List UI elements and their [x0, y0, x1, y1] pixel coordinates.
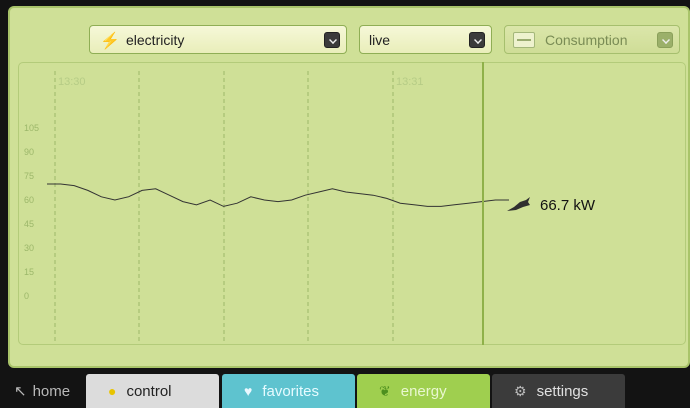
mode-select-value: live: [369, 32, 391, 48]
current-reading-value: 66.7 kW: [540, 196, 596, 214]
tab-favorites[interactable]: ♥ favorites: [222, 374, 355, 408]
chevron-down-icon[interactable]: [324, 32, 340, 48]
tab-settings-label: settings: [536, 382, 589, 400]
y-tick-label: 45: [24, 219, 34, 229]
bulb-icon: ●: [108, 383, 117, 399]
y-tick-label: 15: [24, 267, 34, 277]
type-select[interactable]: ⚡ electricity: [89, 25, 347, 54]
y-tick-label: 60: [24, 195, 34, 205]
tab-energy-label: energy: [400, 382, 447, 400]
gears-icon: ⚙: [514, 382, 527, 399]
tab-favorites-label: favorites: [262, 382, 320, 400]
meter-panel-icon: [513, 32, 535, 48]
x-tick-label: 13:31: [396, 76, 424, 88]
y-tick-label: 30: [24, 243, 34, 253]
y-tick-label: 75: [24, 171, 34, 181]
y-tick-label: 90: [24, 147, 34, 157]
tab-energy[interactable]: ❦ energy: [357, 374, 490, 408]
chevron-down-icon[interactable]: [657, 32, 673, 48]
y-tick-label: 0: [24, 291, 29, 301]
mode-select[interactable]: live: [359, 25, 492, 54]
view-select[interactable]: Consumption: [504, 25, 680, 54]
leaf-icon: ❦: [379, 382, 391, 399]
heart-icon: ♥: [244, 383, 253, 399]
lightning-bolt-icon: ⚡: [100, 33, 120, 50]
chevron-down-icon[interactable]: [469, 32, 485, 48]
back-arrow-icon: ↖: [14, 383, 27, 400]
series-line: [47, 183, 509, 207]
tab-home-label: home: [32, 382, 71, 400]
tab-control[interactable]: ● control: [86, 374, 219, 408]
bottom-tab-bar: ↖ home ● control ♥ favorites ❦ energy ⚙ …: [0, 374, 690, 408]
type-select-value: electricity: [126, 32, 185, 48]
y-tick-label: 105: [24, 123, 39, 133]
current-reading: 66.7 kW: [506, 196, 595, 214]
tab-control-label: control: [126, 382, 172, 400]
x-tick-label: 13:30: [58, 76, 86, 88]
chart-divider: [482, 62, 484, 345]
tab-home[interactable]: ↖ home: [14, 374, 70, 408]
view-select-value: Consumption: [545, 32, 628, 48]
plug-icon: [507, 197, 530, 211]
tab-settings[interactable]: ⚙ settings: [492, 374, 625, 408]
